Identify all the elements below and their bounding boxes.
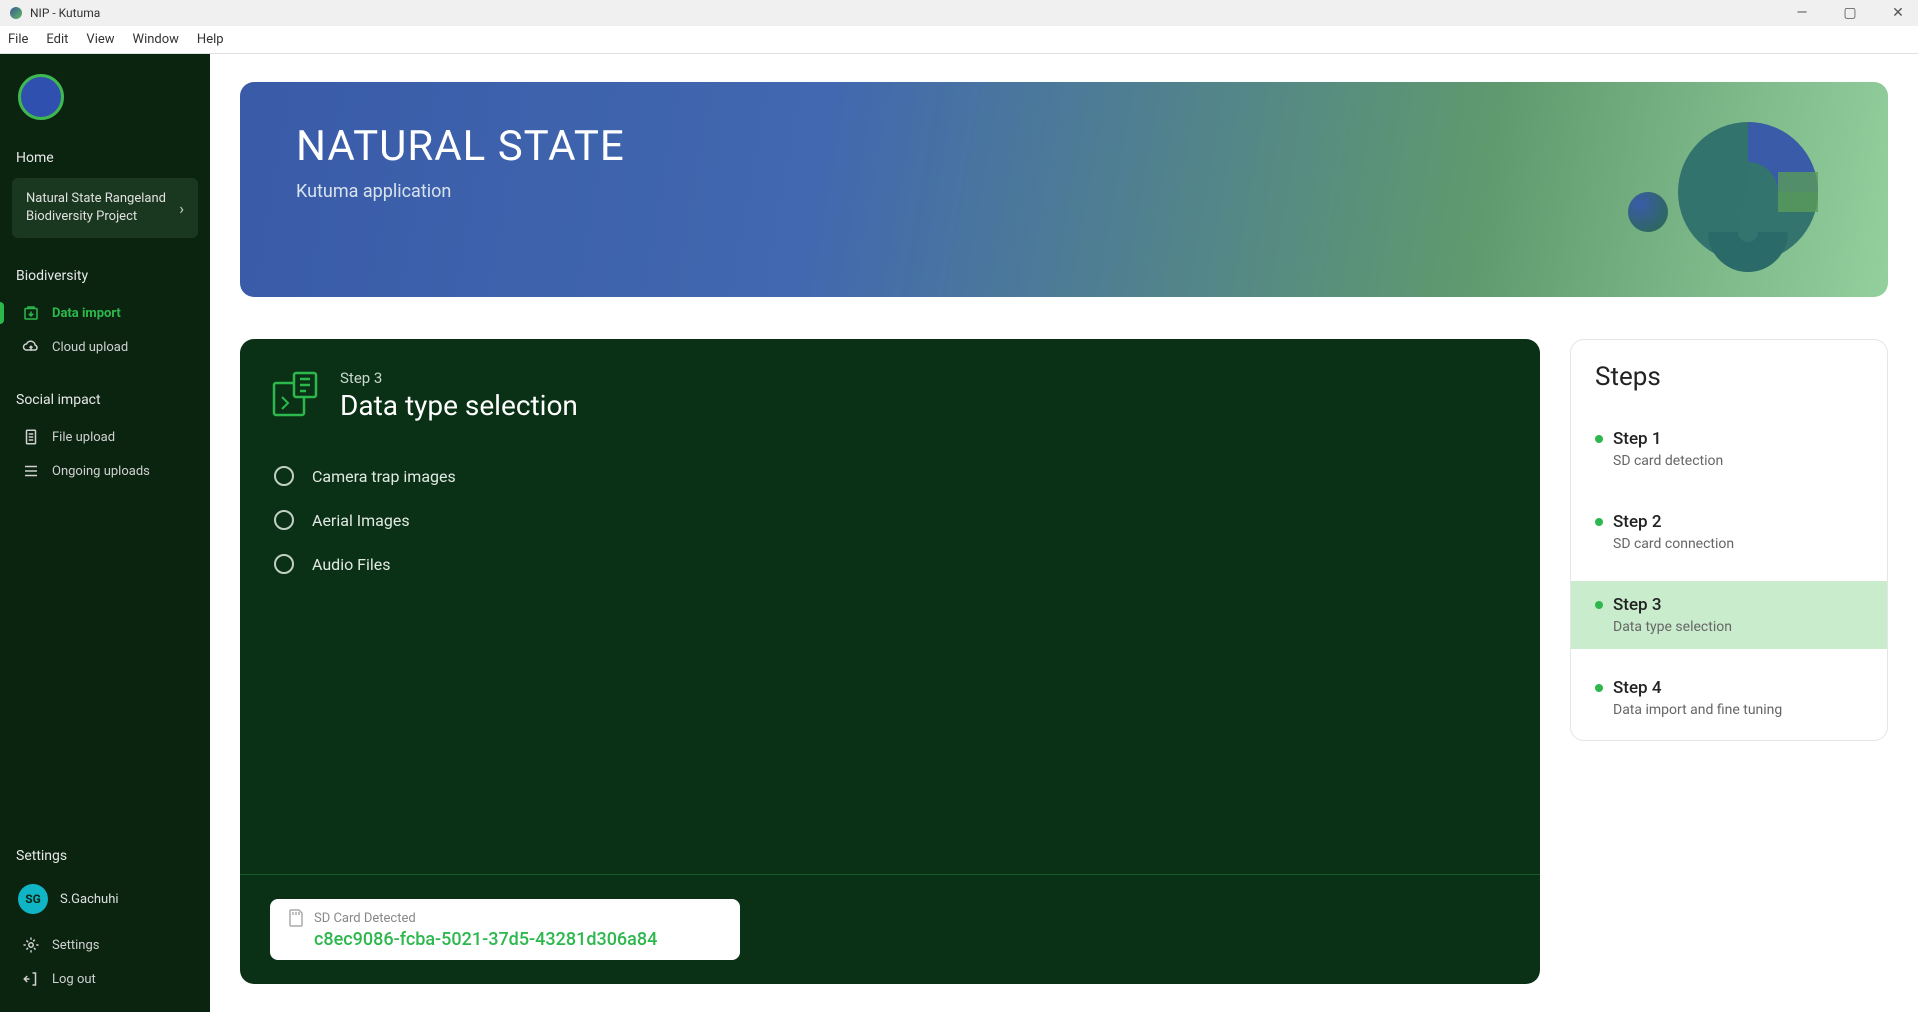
content-area: NATURAL STATE Kutuma application — [210, 54, 1918, 1012]
sidebar-item-cloud-upload[interactable]: Cloud upload — [12, 330, 198, 364]
step-2[interactable]: Step 2 SD card connection — [1571, 497, 1887, 566]
maximize-button[interactable]: ▢ — [1840, 5, 1860, 21]
step-name: Step 2 — [1613, 512, 1662, 532]
list-icon — [22, 462, 40, 480]
banner-logo-icon — [1648, 112, 1848, 292]
step-1[interactable]: Step 1 SD card detection — [1571, 414, 1887, 483]
step-desc: Data type selection — [1595, 619, 1863, 635]
menu-edit[interactable]: Edit — [46, 32, 68, 47]
radio-icon — [274, 554, 294, 574]
sidebar-logo — [18, 74, 64, 120]
divider — [240, 874, 1540, 875]
menu-file[interactable]: File — [8, 32, 28, 47]
radio-label: Camera trap images — [312, 467, 456, 486]
sidebar-project-card[interactable]: Natural State Rangeland Biodiversity Pro… — [12, 178, 198, 238]
app-icon — [10, 7, 22, 19]
sd-uuid: c8ec9086-fcba-5021-37d5-43281d306a84 — [288, 929, 722, 950]
sidebar-user-row[interactable]: SG S.Gachuhi — [12, 876, 198, 922]
menu-view[interactable]: View — [86, 32, 114, 47]
banner-subtitle: Kutuma application — [296, 181, 625, 202]
window-title: NIP - Kutuma — [30, 6, 100, 20]
sidebar: Home Natural State Rangeland Biodiversit… — [0, 54, 210, 1012]
section-biodiversity: Biodiversity — [12, 268, 198, 284]
radio-icon — [274, 466, 294, 486]
sidebar-home-label: Home — [12, 150, 198, 166]
main-card: Step 3 Data type selection Camera trap i… — [240, 339, 1540, 984]
sidebar-item-settings[interactable]: Settings — [12, 928, 198, 962]
radio-label: Audio Files — [312, 555, 391, 574]
chevron-right-icon: › — [179, 199, 184, 218]
sidebar-item-label: File upload — [52, 430, 115, 445]
gear-icon — [22, 936, 40, 954]
radio-label: Aerial Images — [312, 511, 410, 530]
sidebar-item-logout[interactable]: Log out — [12, 962, 198, 996]
logout-icon — [22, 970, 40, 988]
banner-title: NATURAL STATE — [296, 122, 625, 171]
section-social-impact: Social impact — [12, 392, 198, 408]
step-title: Data type selection — [340, 389, 578, 422]
sidebar-item-data-import[interactable]: Data import — [12, 296, 198, 330]
minimize-button[interactable]: — — [1792, 5, 1812, 21]
step-name: Step 4 — [1613, 678, 1662, 698]
titlebar: NIP - Kutuma — ▢ ✕ — [0, 0, 1918, 26]
user-name: S.Gachuhi — [60, 892, 119, 907]
sidebar-item-label: Settings — [52, 938, 99, 953]
import-icon — [22, 304, 40, 322]
radio-audio-files[interactable]: Audio Files — [270, 542, 1510, 586]
steps-title: Steps — [1571, 340, 1887, 414]
file-icon — [22, 428, 40, 446]
radio-aerial-images[interactable]: Aerial Images — [270, 498, 1510, 542]
sidebar-item-label: Cloud upload — [52, 340, 128, 355]
step-dot-icon — [1595, 435, 1603, 443]
step-desc: SD card detection — [1595, 453, 1863, 469]
step-dot-icon — [1595, 601, 1603, 609]
banner: NATURAL STATE Kutuma application — [240, 82, 1888, 297]
step-label: Step 3 — [340, 369, 578, 387]
sidebar-item-label: Log out — [52, 972, 96, 987]
sidebar-item-file-upload[interactable]: File upload — [12, 420, 198, 454]
step-name: Step 1 — [1613, 429, 1662, 449]
sidebar-item-label: Data import — [52, 306, 121, 321]
close-button[interactable]: ✕ — [1888, 5, 1908, 21]
avatar: SG — [18, 884, 48, 914]
project-name: Natural State Rangeland Biodiversity Pro… — [26, 190, 179, 226]
sidebar-item-label: Ongoing uploads — [52, 464, 150, 479]
document-transfer-icon — [270, 369, 320, 419]
step-desc: Data import and fine tuning — [1595, 702, 1863, 718]
step-3[interactable]: Step 3 Data type selection — [1571, 580, 1887, 649]
step-name: Step 3 — [1613, 595, 1662, 615]
sd-card-badge: SD Card Detected c8ec9086-fcba-5021-37d5… — [270, 899, 740, 960]
step-dot-icon — [1595, 518, 1603, 526]
sidebar-item-ongoing-uploads[interactable]: Ongoing uploads — [12, 454, 198, 488]
step-4[interactable]: Step 4 Data import and fine tuning — [1571, 663, 1887, 740]
cloud-icon — [22, 338, 40, 356]
radio-icon — [274, 510, 294, 530]
sd-detected-label: SD Card Detected — [314, 911, 416, 926]
section-settings-label: Settings — [12, 848, 198, 864]
menu-window[interactable]: Window — [133, 32, 179, 47]
radio-camera-trap[interactable]: Camera trap images — [270, 454, 1510, 498]
step-dot-icon — [1595, 684, 1603, 692]
menu-help[interactable]: Help — [197, 32, 224, 47]
steps-panel: Steps Step 1 SD card detection Step 2 SD… — [1570, 339, 1888, 741]
sd-card-icon — [288, 909, 304, 927]
menubar: File Edit View Window Help — [0, 26, 1918, 54]
step-desc: SD card connection — [1595, 536, 1863, 552]
